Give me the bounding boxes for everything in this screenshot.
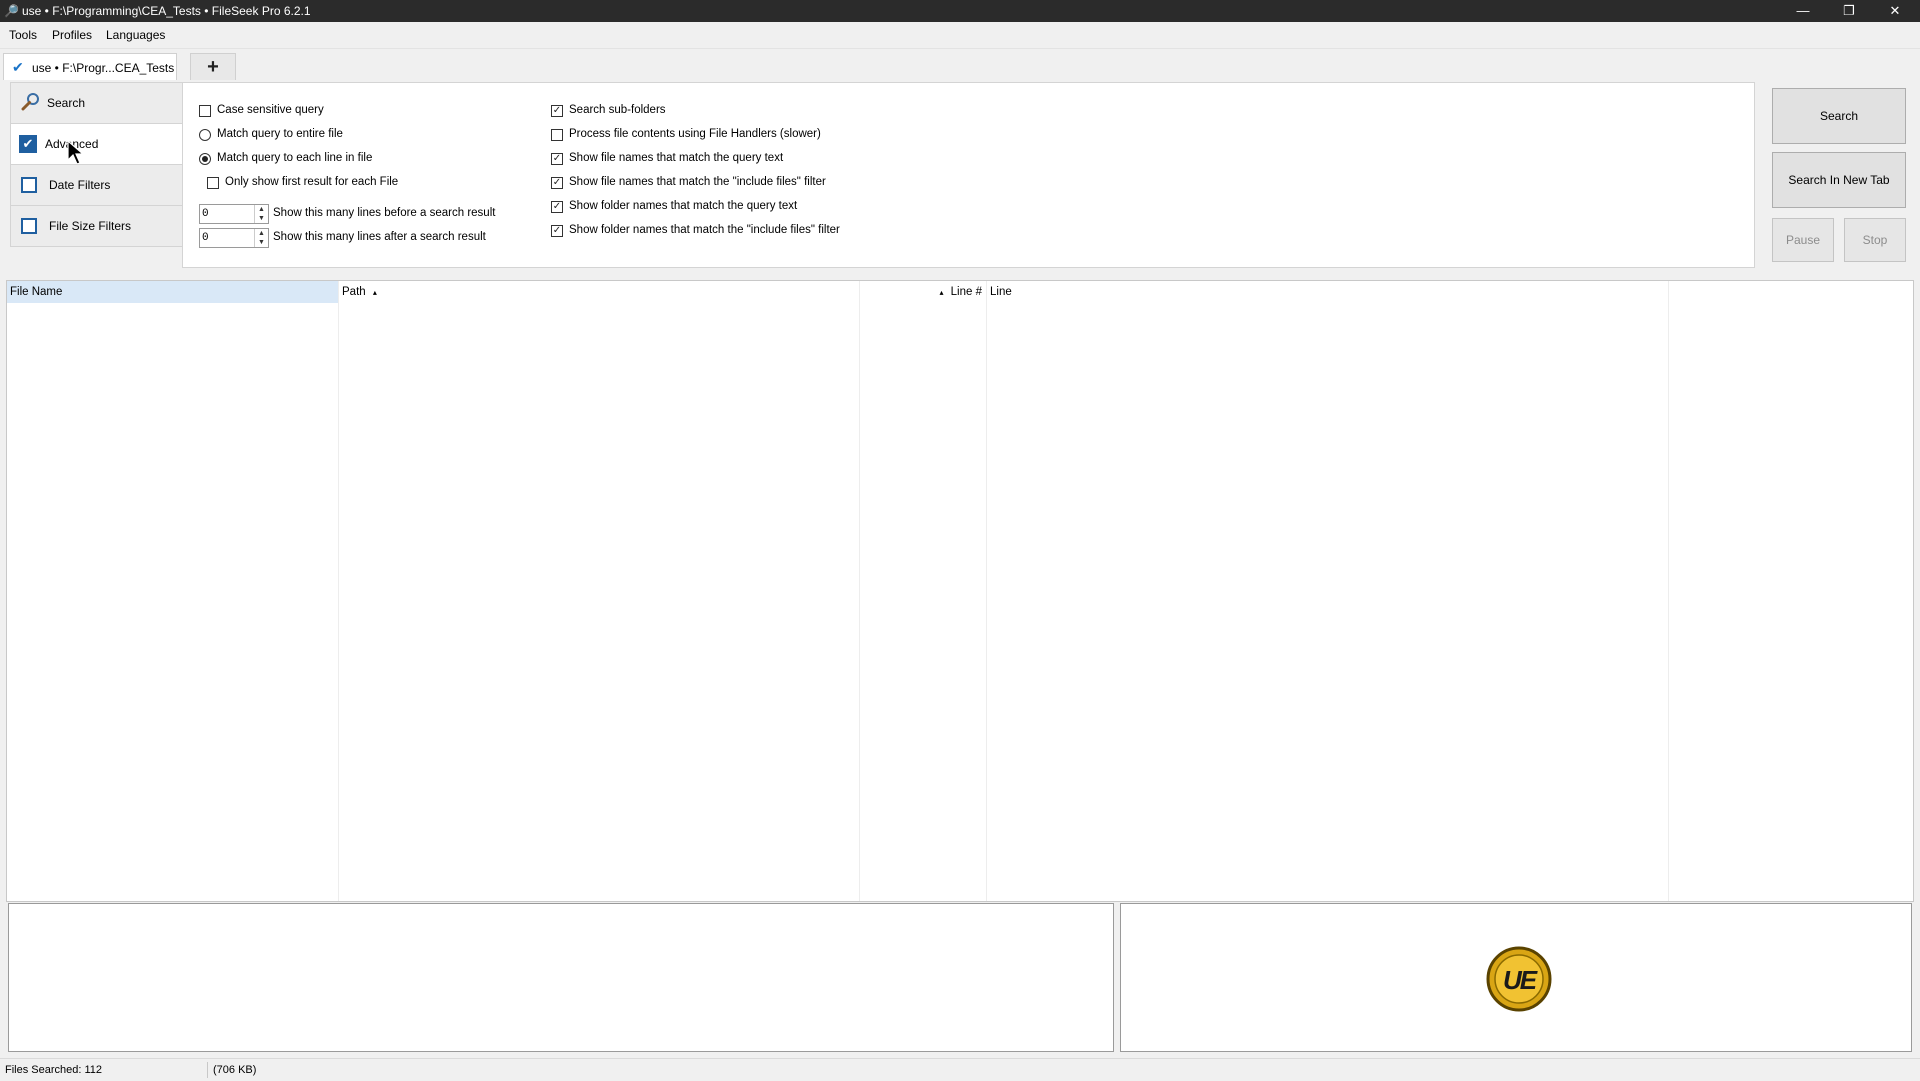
- process-file-handlers-checkbox[interactable]: [551, 129, 563, 141]
- advanced-options-panel: Case sensitive query Match query to enti…: [182, 82, 1755, 268]
- nav-file-size-filters-label: File Size Filters: [49, 219, 132, 233]
- column-divider[interactable]: [338, 281, 339, 901]
- search-subfolders-label: Search sub-folders: [569, 104, 666, 116]
- nav-file-size-filters[interactable]: File Size Filters: [10, 205, 184, 247]
- preview-pane[interactable]: [8, 903, 1114, 1052]
- show-folder-names-query-checkbox[interactable]: ✓: [551, 201, 563, 213]
- show-folder-names-include-label: Show folder names that match the "includ…: [569, 224, 840, 236]
- add-tab-button[interactable]: +: [190, 53, 236, 80]
- lines-before-spinner[interactable]: ▲▼: [199, 204, 269, 224]
- search-tab[interactable]: ✔ use • F:\Progr...CEA_Tests: [3, 53, 177, 80]
- column-line-number[interactable]: ▴ Line #: [860, 281, 986, 303]
- lines-after-input[interactable]: [202, 230, 254, 246]
- sort-ascending-icon: ▴: [372, 288, 377, 297]
- lines-before-label: Show this many lines before a search res…: [273, 207, 496, 219]
- status-divider: [207, 1062, 208, 1078]
- column-file-name[interactable]: File Name: [7, 281, 338, 303]
- column-path[interactable]: Path ▴: [339, 281, 859, 303]
- column-line[interactable]: Line: [987, 281, 1667, 303]
- process-file-handlers-label: Process file contents using File Handler…: [569, 128, 821, 140]
- editor-pane[interactable]: UE: [1120, 903, 1912, 1052]
- pause-button[interactable]: Pause: [1772, 218, 1834, 262]
- show-folder-names-query-label: Show folder names that match the query t…: [569, 200, 798, 212]
- magnifier-icon: [21, 92, 41, 115]
- only-first-result-checkbox[interactable]: [207, 177, 219, 189]
- file-size-filters-checkbox[interactable]: [21, 218, 37, 234]
- show-file-names-include-checkbox[interactable]: ✓: [551, 177, 563, 189]
- window-title: use • F:\Programming\CEA_Tests • FileSee…: [22, 4, 311, 18]
- minimize-button[interactable]: —: [1780, 0, 1826, 22]
- status-bar: Files Searched: 112 (706 KB): [0, 1058, 1920, 1081]
- ultraedit-logo-text: UE: [1502, 965, 1537, 995]
- show-file-names-query-label: Show file names that match the query tex…: [569, 152, 784, 164]
- menu-bar: Tools Profiles Languages: [0, 22, 1920, 49]
- column-divider[interactable]: [859, 281, 860, 901]
- column-path-label: Path: [342, 286, 366, 298]
- column-divider[interactable]: [1668, 281, 1669, 901]
- nav-search-label: Search: [47, 96, 86, 110]
- show-file-names-query-checkbox[interactable]: ✓: [551, 153, 563, 165]
- search-in-new-tab-button[interactable]: Search In New Tab: [1772, 152, 1906, 208]
- files-searched-status: Files Searched: 112: [5, 1064, 103, 1076]
- tab-strip: ✔ use • F:\Progr...CEA_Tests +: [0, 49, 1920, 80]
- stop-button[interactable]: Stop: [1844, 218, 1906, 262]
- spinner-arrows-icon[interactable]: ▲ ▼: [254, 229, 268, 247]
- column-divider[interactable]: [986, 281, 987, 901]
- only-first-result-label: Only show first result for each File: [225, 176, 399, 188]
- nav-search[interactable]: Search: [10, 82, 184, 124]
- match-entire-file-radio[interactable]: [199, 129, 211, 141]
- nav-date-filters-label: Date Filters: [49, 178, 111, 192]
- title-bar: 🔎 use • F:\Programming\CEA_Tests • FileS…: [0, 0, 1920, 22]
- results-grid[interactable]: File Name Path ▴ ▴ Line # Line: [6, 280, 1914, 902]
- search-subfolders-checkbox[interactable]: ✓: [551, 105, 563, 117]
- nav-date-filters[interactable]: Date Filters: [10, 164, 184, 206]
- match-each-line-radio[interactable]: [199, 153, 211, 165]
- search-button[interactable]: Search: [1772, 88, 1906, 144]
- app-icon: 🔎: [4, 4, 19, 18]
- search-tab-label: use • F:\Progr...CEA_Tests: [32, 61, 175, 75]
- nav-advanced[interactable]: ✔ Advanced: [10, 123, 184, 165]
- sort-ascending-icon: ▴: [939, 288, 944, 297]
- lines-after-label: Show this many lines after a search resu…: [273, 231, 486, 243]
- spinner-arrows-icon[interactable]: ▲ ▼: [254, 205, 268, 223]
- case-sensitive-checkbox[interactable]: [199, 105, 211, 117]
- match-each-line-label: Match query to each line in file: [217, 152, 373, 164]
- column-line-number-label: Line #: [950, 286, 982, 298]
- match-entire-file-label: Match query to entire file: [217, 128, 343, 140]
- size-status: (706 KB): [213, 1064, 257, 1076]
- menu-languages[interactable]: Languages: [106, 28, 165, 42]
- show-folder-names-include-checkbox[interactable]: ✓: [551, 225, 563, 237]
- restore-button[interactable]: ❐: [1826, 0, 1872, 22]
- checkmark-icon: ✔: [12, 59, 24, 75]
- lines-after-spinner[interactable]: ▲▼: [199, 228, 269, 248]
- lines-before-input[interactable]: [202, 206, 254, 222]
- ultraedit-logo-icon[interactable]: UE: [1486, 946, 1552, 1012]
- close-button[interactable]: ✕: [1872, 0, 1918, 22]
- case-sensitive-label: Case sensitive query: [217, 104, 324, 116]
- show-file-names-include-label: Show file names that match the "include …: [569, 176, 826, 188]
- menu-tools[interactable]: Tools: [9, 28, 37, 42]
- menu-profiles[interactable]: Profiles: [52, 28, 92, 42]
- date-filters-checkbox[interactable]: [21, 177, 37, 193]
- advanced-checkbox[interactable]: ✔: [19, 135, 37, 153]
